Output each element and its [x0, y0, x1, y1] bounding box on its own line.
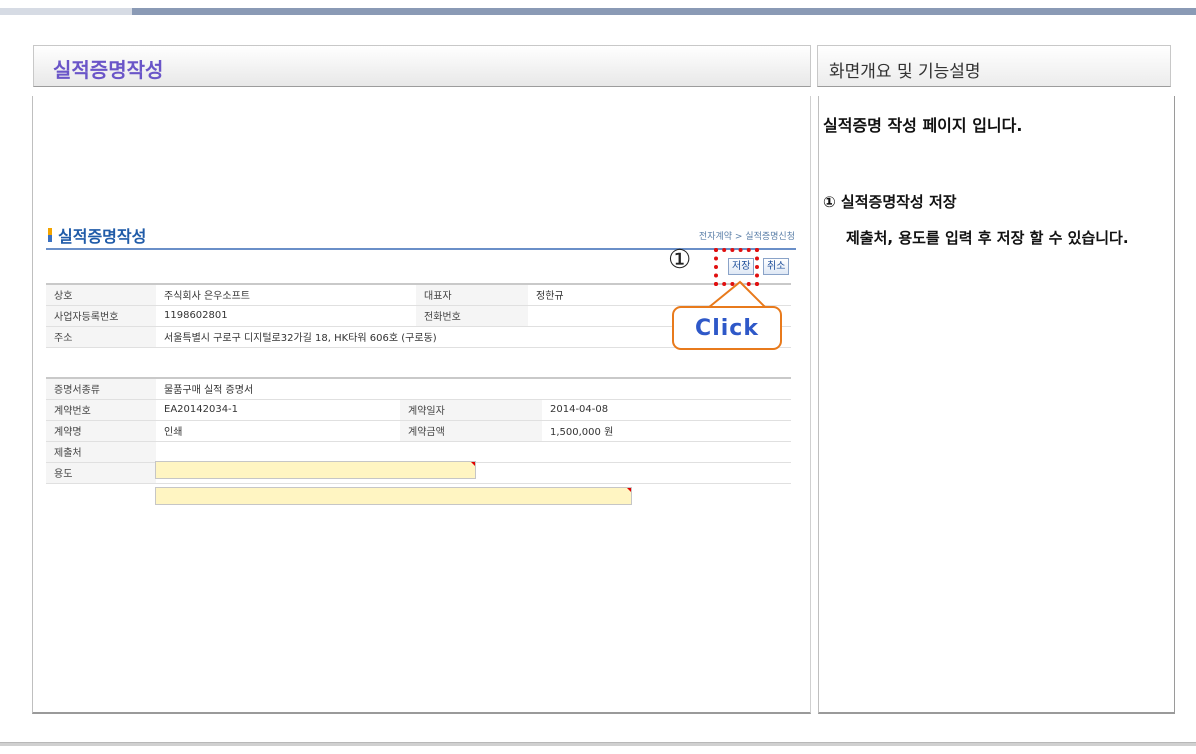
left-panel-title: 실적증명작성	[53, 58, 164, 82]
table-row: 계약번호 EA20142034-1 계약일자 2014-04-08	[46, 399, 791, 421]
submit-to-cell	[156, 441, 791, 463]
table-row: 증명서종류 물품구매 실적 증명서	[46, 378, 791, 400]
table-row: 상호 주식회사 은우소프트 대표자 정한규	[46, 284, 791, 306]
contract-name-value: 인쇄	[156, 420, 400, 442]
cert-type-label: 증명서종류	[46, 378, 156, 400]
purpose-label: 용도	[46, 462, 156, 484]
right-panel-title: 화면개요 및 기능설명	[829, 62, 981, 82]
right-panel-header: 화면개요 및 기능설명	[817, 45, 1171, 87]
submit-to-label: 제출처	[46, 441, 156, 463]
click-callout: Click	[672, 306, 782, 350]
cert-type-value: 물품구매 실적 증명서	[156, 378, 791, 400]
contract-amount-label: 계약금액	[400, 420, 542, 442]
top-accent-bar	[0, 8, 1196, 15]
table-row: 제출처	[46, 441, 791, 463]
step-number-marker: ①	[668, 245, 692, 275]
address-label: 주소	[46, 326, 156, 348]
submit-to-input[interactable]	[155, 461, 476, 479]
contract-amount-value: 1,500,000 원	[542, 420, 791, 442]
contract-date-value: 2014-04-08	[542, 399, 791, 421]
left-panel-header: 실적증명작성	[33, 45, 811, 87]
contract-name-label: 계약명	[46, 420, 156, 442]
phone-label: 전화번호	[416, 305, 528, 327]
bizno-label: 사업자등록번호	[46, 305, 156, 327]
function-item-description: 제출처, 용도를 입력 후 저장 할 수 있습니다.	[846, 229, 1129, 247]
purpose-input[interactable]	[155, 487, 632, 505]
table-row: 계약명 인쇄 계약금액 1,500,000 원	[46, 420, 791, 442]
contract-date-label: 계약일자	[400, 399, 542, 421]
breadcrumb: 전자계약 > 실적증명신청	[698, 232, 795, 242]
contract-no-value: EA20142034-1	[156, 399, 400, 421]
company-name-label: 상호	[46, 284, 156, 306]
callout-text: Click	[695, 316, 759, 341]
top-accent-bar-left	[0, 8, 132, 15]
company-name-value: 주식회사 은우소프트	[156, 284, 416, 306]
title-marker-icon-lower	[48, 235, 52, 242]
screen-description: 실적증명 작성 페이지 입니다.	[823, 116, 1023, 135]
bizno-value: 1198602801	[156, 305, 416, 327]
cancel-button[interactable]: 취소	[763, 258, 790, 275]
function-item-title: ① 실적증명작성 저장	[823, 193, 957, 211]
screen-title: 실적증명작성	[58, 227, 147, 246]
bottom-divider	[0, 742, 1196, 746]
contract-no-label: 계약번호	[46, 399, 156, 421]
right-panel-body: 실적증명 작성 페이지 입니다. ① 실적증명작성 저장 제출처, 용도를 입력…	[818, 96, 1175, 714]
ceo-label: 대표자	[416, 284, 528, 306]
